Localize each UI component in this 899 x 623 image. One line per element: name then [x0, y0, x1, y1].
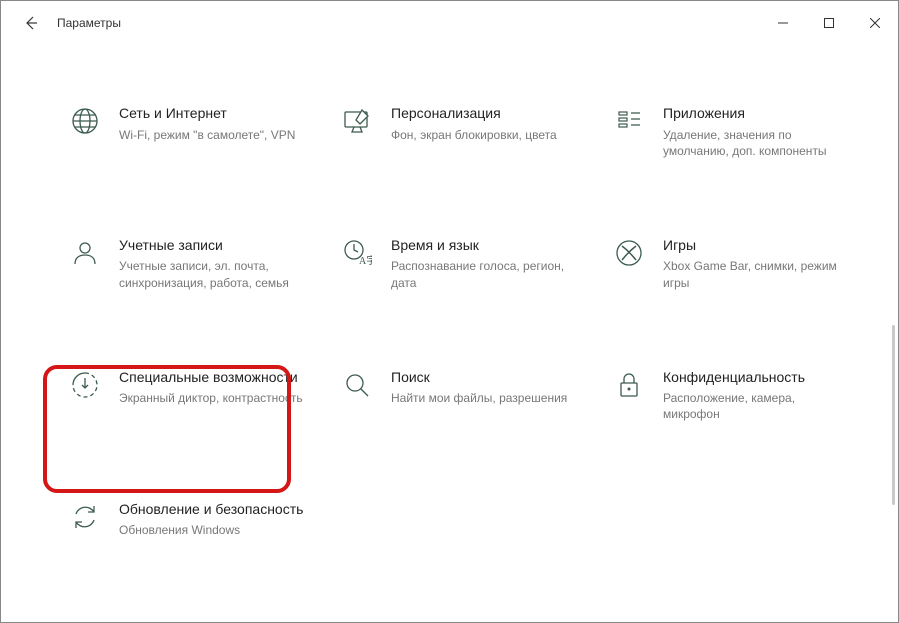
tile-title: Учетные записи — [119, 237, 305, 255]
tile-subtitle: Распознавание голоса, регион, дата — [391, 258, 577, 290]
tile-subtitle: Обновления Windows — [119, 522, 305, 538]
person-icon — [67, 235, 103, 271]
window-title: Параметры — [57, 16, 121, 30]
tile-accounts[interactable]: Учетные записи Учетные записи, эл. почта… — [61, 227, 311, 299]
content-area: Сеть и Интернет Wi-Fi, режим "в самолете… — [1, 45, 898, 622]
scrollbar[interactable] — [892, 325, 895, 505]
tile-title: Поиск — [391, 369, 577, 387]
minimize-icon — [778, 18, 788, 28]
tile-subtitle: Фон, экран блокировки, цвета — [391, 127, 577, 143]
tile-search[interactable]: Поиск Найти мои файлы, разрешения — [333, 359, 583, 431]
tile-title: Специальные возможности — [119, 369, 305, 387]
window-controls — [760, 1, 898, 45]
search-icon — [339, 367, 375, 403]
tile-time-language[interactable]: A字 Время и язык Распознавание голоса, ре… — [333, 227, 583, 299]
personalization-icon — [339, 103, 375, 139]
tile-subtitle: Удаление, значения по умолчанию, доп. ко… — [663, 127, 849, 159]
tile-apps[interactable]: Приложения Удаление, значения по умолчан… — [605, 95, 855, 167]
maximize-button[interactable] — [806, 1, 852, 45]
time-language-icon: A字 — [339, 235, 375, 271]
close-icon — [870, 18, 880, 28]
apps-icon — [611, 103, 647, 139]
update-icon — [67, 499, 103, 535]
tile-subtitle: Найти мои файлы, разрешения — [391, 390, 577, 406]
tile-subtitle: Учетные записи, эл. почта, синхронизация… — [119, 258, 305, 290]
settings-grid: Сеть и Интернет Wi-Fi, режим "в самолете… — [61, 95, 848, 546]
tile-subtitle: Экранный диктор, контрастность — [119, 390, 305, 406]
tile-update[interactable]: Обновление и безопасность Обновления Win… — [61, 491, 311, 547]
lock-icon — [611, 367, 647, 403]
tile-subtitle: Wi-Fi, режим "в самолете", VPN — [119, 127, 305, 143]
minimize-button[interactable] — [760, 1, 806, 45]
xbox-icon — [611, 235, 647, 271]
tile-title: Конфиденциальность — [663, 369, 849, 387]
tile-subtitle: Xbox Game Bar, снимки, режим игры — [663, 258, 849, 290]
tile-title: Приложения — [663, 105, 849, 123]
close-button[interactable] — [852, 1, 898, 45]
globe-icon — [67, 103, 103, 139]
titlebar: Параметры — [1, 1, 898, 45]
accessibility-icon — [67, 367, 103, 403]
back-button[interactable] — [11, 1, 51, 45]
svg-text:A字: A字 — [359, 254, 372, 267]
tile-title: Персонализация — [391, 105, 577, 123]
tile-subtitle: Расположение, камера, микрофон — [663, 390, 849, 422]
tile-title: Игры — [663, 237, 849, 255]
tile-gaming[interactable]: Игры Xbox Game Bar, снимки, режим игры — [605, 227, 855, 299]
arrow-left-icon — [23, 15, 39, 31]
tile-title: Время и язык — [391, 237, 577, 255]
tile-privacy[interactable]: Конфиденциальность Расположение, камера,… — [605, 359, 855, 431]
tile-network[interactable]: Сеть и Интернет Wi-Fi, режим "в самолете… — [61, 95, 311, 167]
tile-title: Обновление и безопасность — [119, 501, 305, 519]
tile-title: Сеть и Интернет — [119, 105, 305, 123]
maximize-icon — [824, 18, 834, 28]
tile-personalization[interactable]: Персонализация Фон, экран блокировки, цв… — [333, 95, 583, 167]
tile-accessibility[interactable]: Специальные возможности Экранный диктор,… — [61, 359, 311, 431]
